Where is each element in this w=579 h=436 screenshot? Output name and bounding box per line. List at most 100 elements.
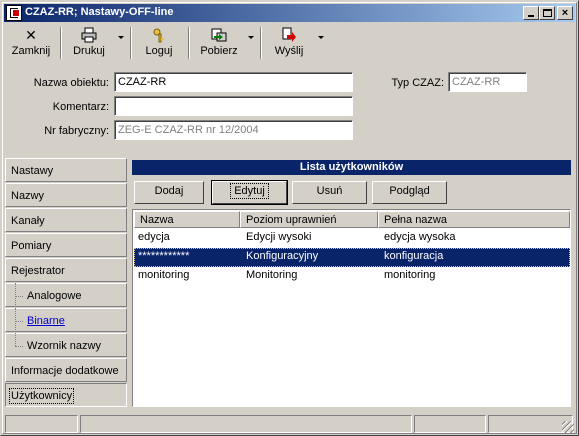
comment-label: Komentarz:	[52, 101, 109, 113]
status-pane	[488, 415, 573, 433]
key-icon	[151, 27, 167, 43]
toolbar-label-pobierz: Pobierz	[200, 45, 238, 57]
nav-item-wzornik-nazwy[interactable]: Wzornik nazwy	[5, 333, 127, 357]
toolbar-label-drukuj: Drukuj	[73, 45, 105, 57]
window-title: CZAZ-RR; Nastawy-OFF-line	[25, 6, 174, 18]
user-level-cell: Konfiguracyjny	[246, 250, 319, 262]
maximize-icon	[543, 9, 552, 17]
status-pane	[80, 415, 412, 433]
delete-user-button[interactable]: Usuń	[292, 181, 367, 204]
users-list[interactable]: Nazwa Poziom uprawnień Pełna nazwa edycj…	[132, 209, 571, 407]
table-row-selected[interactable]: ************ Konfiguracyjny konfiguracja	[134, 248, 570, 267]
status-bar	[4, 414, 575, 434]
login-button[interactable]: Loguj	[136, 25, 182, 61]
toolbar-label-loguj: Loguj	[145, 45, 173, 57]
nav-item-label: Analogowe	[27, 290, 82, 302]
type-value: CZAZ-RR	[452, 76, 501, 88]
table-row[interactable]: monitoring Monitoring monitoring	[134, 267, 570, 286]
nav-item-pomiary[interactable]: Pomiary	[5, 233, 127, 257]
nav-item-label: Binarne	[27, 315, 65, 327]
nav-item-label: Informacje dodatkowe	[11, 365, 119, 377]
user-fullname-cell: konfiguracja	[384, 250, 444, 262]
nav-item-kanaly[interactable]: Kanały	[5, 208, 127, 232]
user-level-cell: Monitoring	[246, 269, 298, 281]
nav-item-rejestrator[interactable]: Rejestrator	[5, 258, 127, 282]
tree-line	[15, 346, 23, 347]
nav-item-label: Rejestrator	[11, 265, 65, 277]
nav-item-informacje-dodatkowe[interactable]: Informacje dodatkowe	[5, 358, 127, 382]
nav-item-binarne[interactable]: Binarne	[5, 308, 127, 334]
user-fullname-cell: monitoring	[384, 269, 436, 281]
nav-item-analogowe[interactable]: Analogowe	[5, 283, 127, 309]
toolbar-separator	[188, 27, 190, 59]
object-name-value: CZAZ-RR	[118, 76, 167, 88]
nav-item-nastawy[interactable]: Nastawy	[5, 158, 127, 182]
tree-line	[15, 333, 16, 346]
close-button[interactable]: ×	[557, 6, 573, 20]
nav-item-nazwy[interactable]: Nazwy	[5, 183, 127, 207]
serial-number-field: ZEG-E CZAZ-RR nr 12/2004	[114, 120, 353, 140]
users-panel-header: Lista użytkowników	[132, 160, 571, 175]
delete-user-button-label: Usuń	[316, 185, 343, 197]
minimize-icon	[528, 15, 534, 17]
send-dropdown-arrow-icon[interactable]	[318, 36, 324, 39]
nav-item-label: Pomiary	[11, 240, 52, 252]
column-header-label: Pełna nazwa	[384, 214, 447, 226]
download-button[interactable]: Pobierz	[194, 25, 244, 61]
printer-icon	[81, 27, 97, 43]
type-label: Typ CZAZ:	[391, 77, 444, 89]
column-header-label: Poziom uprawnień	[246, 214, 337, 226]
toolbar-separator	[130, 27, 132, 59]
edit-user-button-label: Edytuj	[230, 183, 269, 199]
edit-user-button[interactable]: Edytuj	[211, 180, 288, 205]
serial-number-value: ZEG-E CZAZ-RR nr 12/2004	[118, 124, 259, 136]
toolbar-separator	[260, 27, 262, 59]
table-row[interactable]: edycja Edycji wysoki edycja wysoka	[134, 229, 570, 248]
nav-item-uzytkownicy[interactable]: Użytkownicy	[5, 383, 127, 407]
close-icon: ×	[561, 7, 569, 19]
column-header-name[interactable]: Nazwa	[134, 211, 240, 228]
print-button[interactable]: Drukuj	[66, 25, 112, 61]
nav-item-label: Nazwy	[11, 190, 45, 202]
user-level-cell: Edycji wysoki	[246, 231, 312, 243]
download-icon	[211, 27, 227, 43]
user-fullname-cell: edycja wysoka	[384, 231, 456, 243]
app-icon[interactable]	[6, 5, 22, 21]
title-bar[interactable]: CZAZ-RR; Nastawy-OFF-line ×	[4, 4, 575, 22]
comment-field[interactable]	[114, 96, 353, 116]
status-pane	[5, 415, 78, 433]
column-header-full-name[interactable]: Pełna nazwa	[378, 211, 570, 228]
add-user-button-label: Dodaj	[154, 185, 184, 197]
resize-grip-icon[interactable]	[562, 421, 574, 433]
add-user-button[interactable]: Dodaj	[134, 181, 204, 204]
print-dropdown-arrow-icon[interactable]	[118, 36, 124, 39]
object-name-field[interactable]: CZAZ-RR	[114, 72, 353, 92]
download-dropdown-arrow-icon[interactable]	[248, 36, 254, 39]
user-name-cell: monitoring	[138, 269, 190, 281]
column-header-permission-level[interactable]: Poziom uprawnień	[240, 211, 378, 228]
nav-item-label: Wzornik nazwy	[27, 340, 101, 352]
type-field: CZAZ-RR	[448, 72, 527, 92]
toolbar-separator	[60, 27, 62, 59]
toolbar-label-zamknij: Zamknij	[11, 45, 51, 57]
send-button[interactable]: Wyślij	[266, 25, 312, 61]
object-name-label: Nazwa obiektu:	[33, 77, 109, 89]
serial-number-label: Nr fabryczny:	[44, 125, 109, 137]
preview-user-button-label: Podgląd	[389, 185, 430, 197]
app-window: CZAZ-RR; Nastawy-OFF-line × ✕ Zamknij Dr…	[0, 0, 579, 436]
toolbar: ✕ Zamknij Drukuj Loguj Pobierz Wyślij	[4, 23, 575, 63]
send-icon	[281, 27, 297, 43]
nav-item-label: Kanały	[11, 215, 45, 227]
column-header-label: Nazwa	[140, 214, 174, 226]
tree-line	[15, 321, 23, 322]
user-name-cell: edycja	[138, 231, 170, 243]
preview-user-button[interactable]: Podgląd	[372, 181, 447, 204]
minimize-button[interactable]	[523, 6, 539, 20]
nav-item-label: Użytkownicy	[8, 388, 75, 404]
close-x-icon: ✕	[25, 27, 37, 43]
close-app-button[interactable]: ✕ Zamknij	[6, 25, 56, 61]
status-pane	[414, 415, 486, 433]
user-name-cell: ************	[138, 250, 190, 262]
users-panel: Lista użytkowników Dodaj Edytuj Usuń Pod…	[131, 158, 573, 410]
maximize-button[interactable]	[539, 6, 555, 20]
